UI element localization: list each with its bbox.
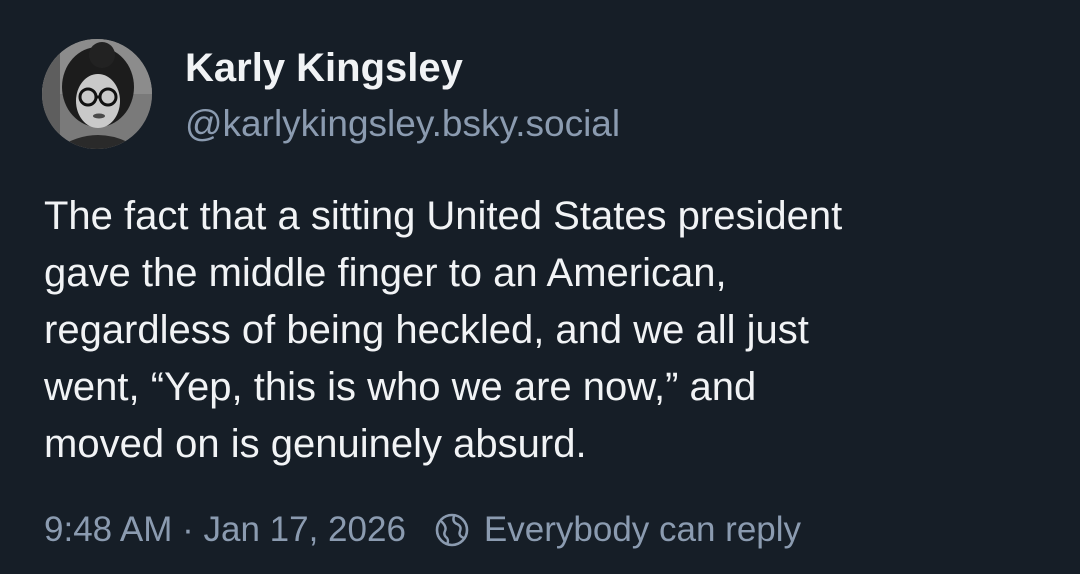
reply-setting-label[interactable]: Everybody can reply: [484, 510, 801, 550]
post-timestamp[interactable]: 9:48 AM · Jan 17, 2026: [44, 510, 406, 550]
post-card: Karly Kingsley @karlykingsley.bsky.socia…: [0, 0, 1080, 574]
avatar[interactable]: [42, 39, 152, 149]
post-text-line: went, “Yep, this is who we are now,” and: [44, 365, 757, 409]
post-text: The fact that a sitting United States pr…: [44, 188, 1044, 473]
post-text-line: moved on is genuinely absurd.: [44, 422, 587, 466]
post-meta: 9:48 AM · Jan 17, 2026 Everybody can rep…: [44, 507, 801, 553]
author-display-name[interactable]: Karly Kingsley: [185, 44, 463, 92]
author-handle[interactable]: @karlykingsley.bsky.social: [185, 102, 620, 146]
globe-icon: [434, 512, 470, 548]
post-text-line: The fact that a sitting United States pr…: [44, 194, 843, 238]
avatar-image: [42, 39, 152, 149]
post-text-line: regardless of being heckled, and we all …: [44, 308, 809, 352]
post-text-line: gave the middle finger to an American,: [44, 251, 727, 295]
